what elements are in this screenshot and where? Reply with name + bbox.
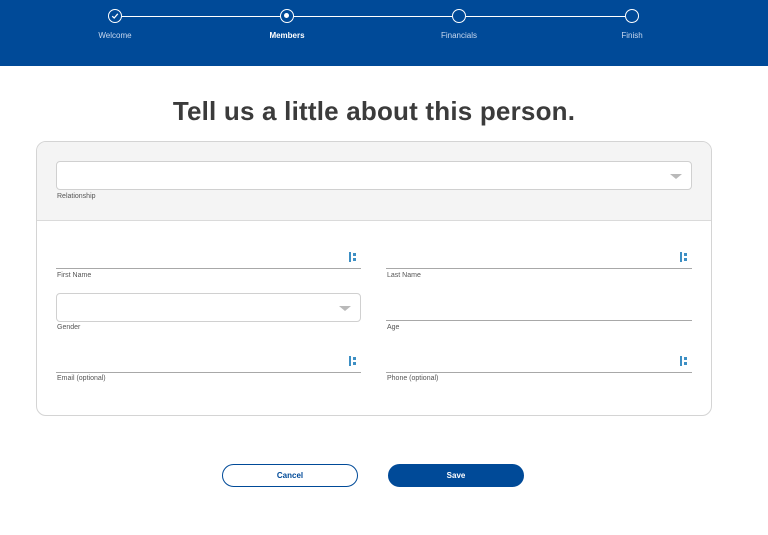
- step-connector: [122, 16, 280, 17]
- gender-label: Gender: [57, 324, 81, 331]
- phone-label: Phone (optional): [387, 375, 439, 382]
- email-underline: [56, 372, 361, 373]
- last-name-label: Last Name: [387, 272, 421, 279]
- step-label-welcome: Welcome: [98, 31, 132, 40]
- email-field[interactable]: [56, 346, 361, 374]
- first-name-label: First Name: [57, 272, 92, 279]
- relationship-select[interactable]: [56, 161, 692, 190]
- last-name-field[interactable]: [386, 242, 692, 270]
- last-name-underline: [386, 268, 692, 269]
- keyboard-hint-icon: [349, 356, 359, 366]
- age-field[interactable]: [386, 293, 692, 321]
- step-welcome-check-icon: [108, 9, 122, 23]
- age-underline: [386, 320, 692, 321]
- gender-select[interactable]: [56, 293, 361, 322]
- relationship-label: Relationship: [57, 193, 96, 200]
- email-label: Email (optional): [57, 375, 106, 382]
- member-form-card: Relationship First Name Last Name Gender…: [36, 141, 712, 416]
- progress-header: Welcome Members Financials Finish: [0, 0, 768, 66]
- first-name-field[interactable]: [56, 242, 361, 270]
- keyboard-hint-icon: [680, 252, 690, 262]
- step-connector: [466, 16, 625, 17]
- step-label-members: Members: [269, 31, 305, 40]
- cancel-button[interactable]: Cancel: [222, 464, 358, 487]
- phone-underline: [386, 372, 692, 373]
- first-name-underline: [56, 268, 361, 269]
- step-members-current-icon: [280, 9, 294, 23]
- step-financials-icon: [452, 9, 466, 23]
- keyboard-hint-icon: [680, 356, 690, 366]
- phone-field[interactable]: [386, 346, 692, 374]
- caret-down-icon: [670, 174, 682, 179]
- page-title: Tell us a little about this person.: [172, 96, 576, 126]
- save-button[interactable]: Save: [388, 464, 524, 487]
- age-label: Age: [387, 324, 400, 331]
- step-label-finish: Finish: [621, 31, 643, 40]
- keyboard-hint-icon: [349, 252, 359, 262]
- relationship-section: Relationship: [37, 142, 711, 221]
- step-connector: [294, 16, 452, 17]
- step-label-financials: Financials: [440, 31, 477, 40]
- caret-down-icon: [339, 306, 351, 311]
- step-finish-icon: [625, 9, 639, 23]
